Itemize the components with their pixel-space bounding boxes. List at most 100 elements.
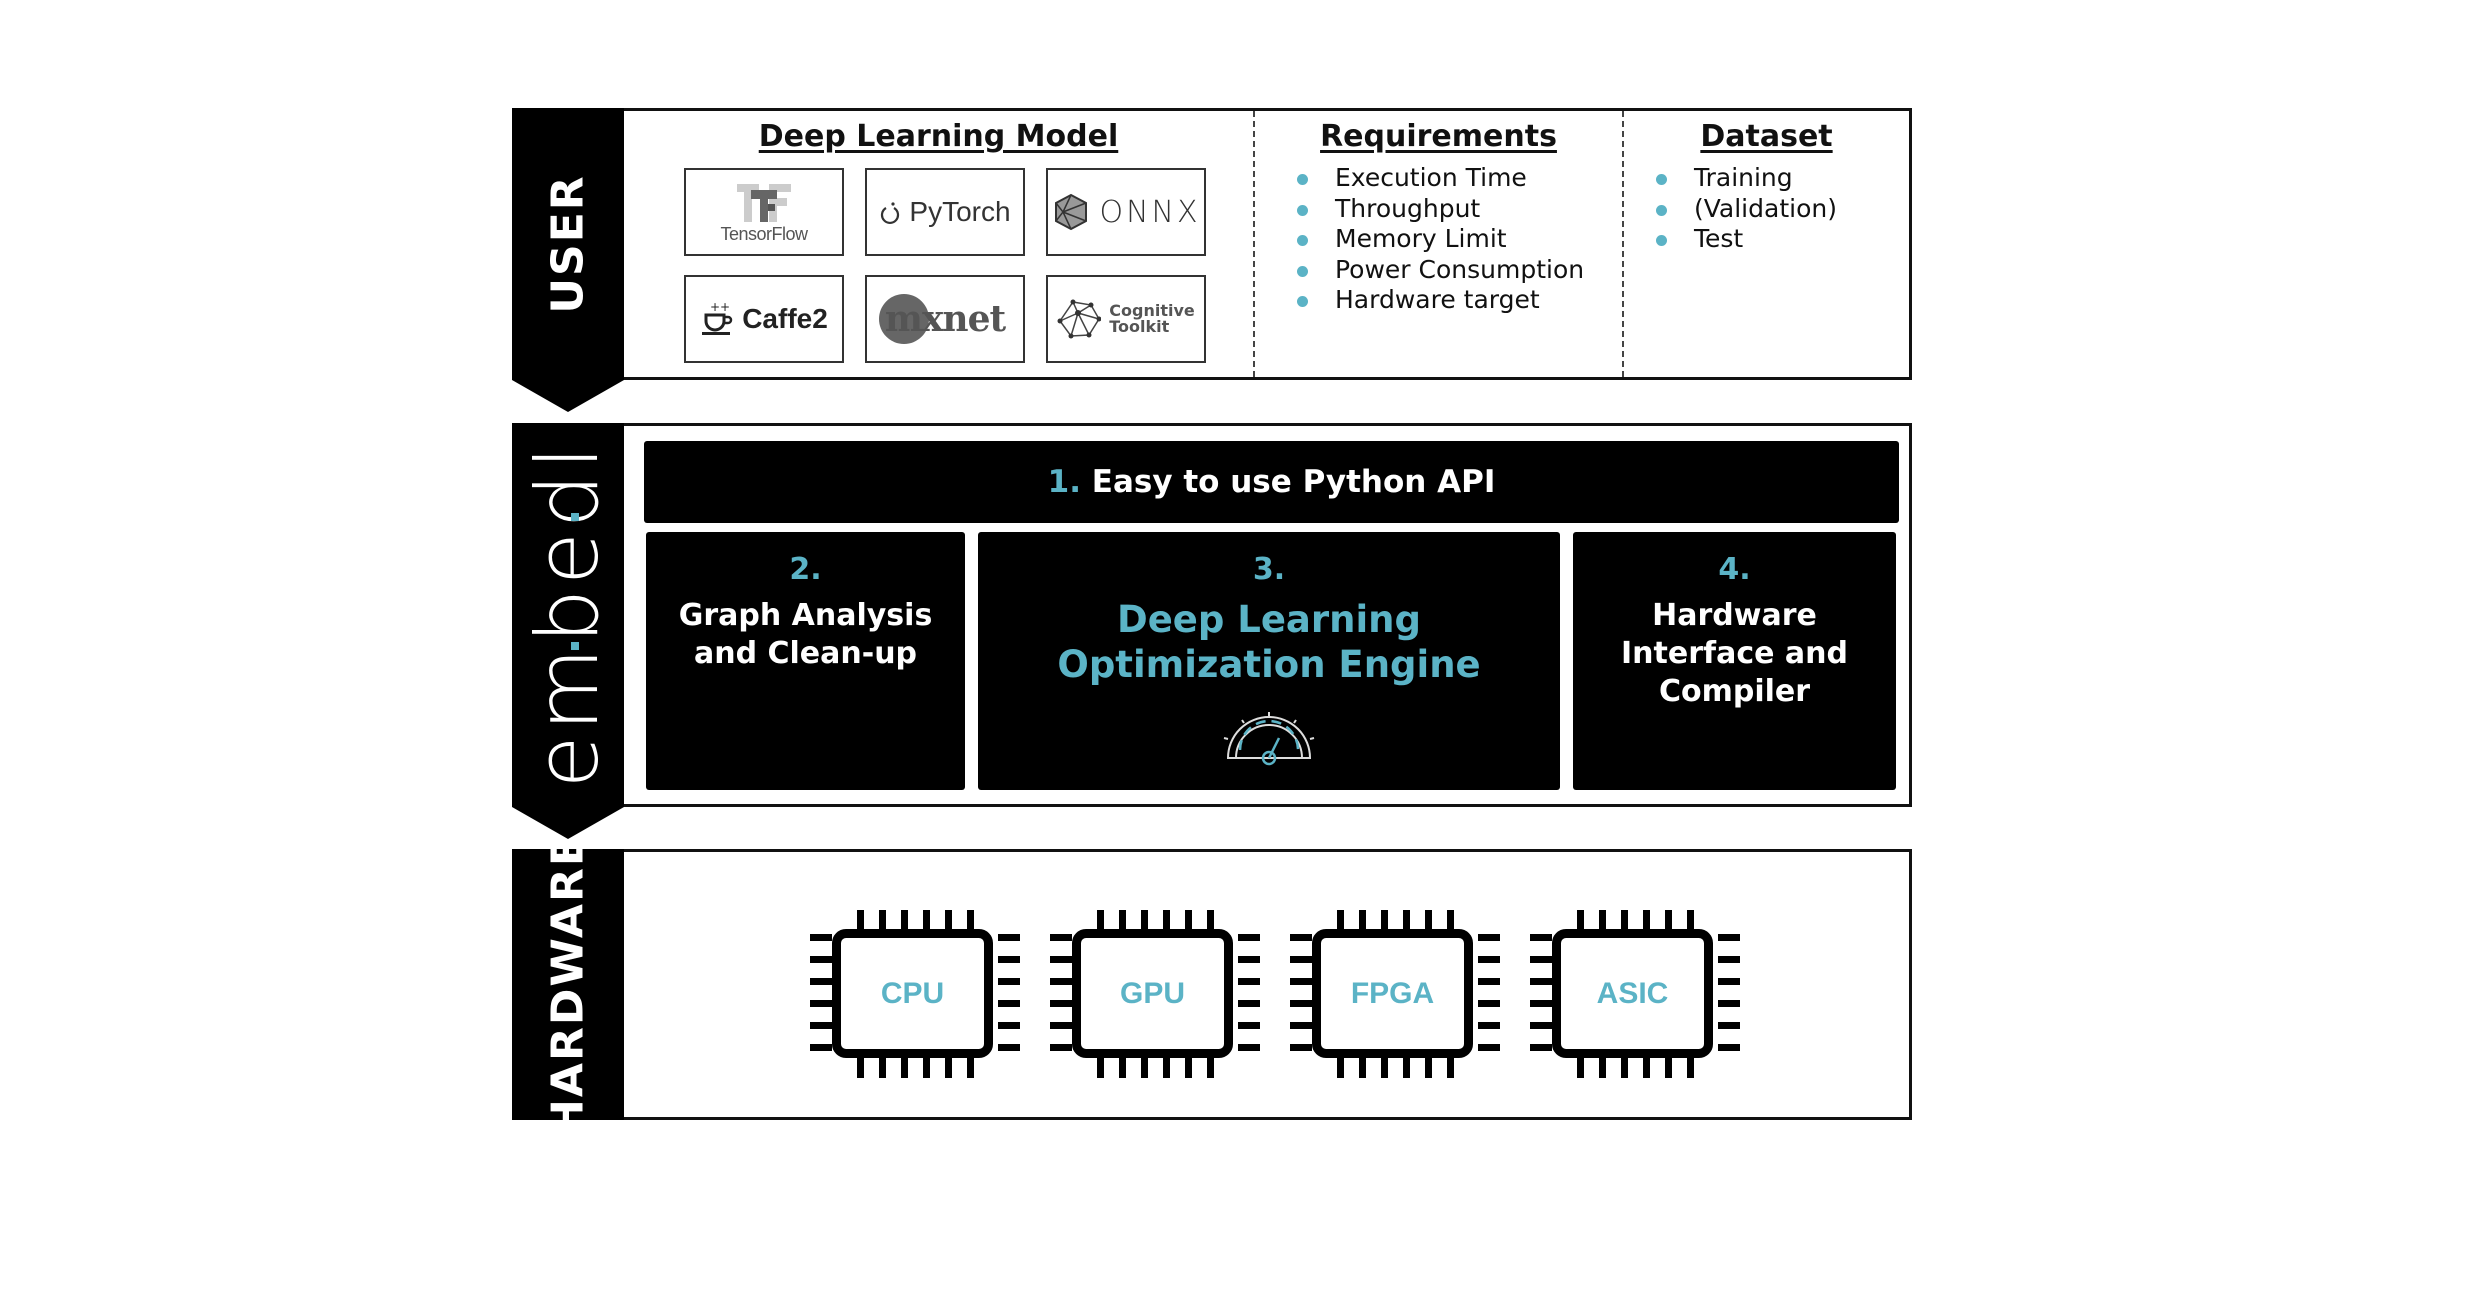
chip-label: GPU: [1119, 976, 1185, 1010]
chip-pin: [879, 910, 886, 932]
chip-pin: [1141, 910, 1148, 932]
dataset-list: Training (Validation) Test: [1654, 163, 1837, 255]
framework-cognitive-toolkit: Cognitive Toolkit: [1046, 275, 1206, 363]
chip-pin: [1478, 1000, 1500, 1007]
chip-icon: FPGA: [1312, 929, 1473, 1058]
chip-cpu: CPU: [810, 910, 1020, 1078]
requirements-list: Execution Time Throughput Memory Limit P…: [1295, 163, 1584, 316]
chip-label: ASIC: [1596, 976, 1669, 1010]
chip-icon: ASIC: [1552, 929, 1713, 1058]
chip-pin: [1290, 978, 1312, 985]
step-number: 2.: [789, 552, 822, 587]
framework-tensorflow: TensorFlow: [684, 168, 844, 256]
chip-pin: [998, 978, 1020, 985]
framework-mxnet: mxnet: [865, 275, 1025, 363]
chip-pin: [1050, 978, 1072, 985]
deep-learning-model-title: Deep Learning Model: [758, 119, 1119, 154]
chip-pin: [998, 934, 1020, 941]
chip-pin: [1290, 1022, 1312, 1029]
cognitive-toolkit-logo-icon: [1057, 299, 1102, 339]
step-label-line: Hardware: [1652, 598, 1817, 633]
requirement-item: Power Consumption: [1295, 255, 1584, 286]
chip-pin: [1530, 1044, 1552, 1051]
chip-label: FPGA: [1350, 976, 1435, 1010]
step-label-line: Deep Learning: [1116, 598, 1421, 641]
chip-pin: [1599, 910, 1606, 932]
chip-pin: [1207, 1056, 1214, 1078]
speedometer-icon: [1223, 712, 1315, 766]
chip-pin: [1530, 978, 1552, 985]
chip-pin: [967, 910, 974, 932]
python-api-block: 1. Easy to use Python API: [644, 441, 1899, 523]
chip-pin: [1478, 934, 1500, 941]
step-number: 4.: [1718, 552, 1751, 587]
deep-learning-model-section: Deep Learning Model TensorFlow PyTorch O…: [624, 111, 1253, 377]
step-label-line: Interface and: [1621, 636, 1848, 671]
chip-pin: [1577, 1056, 1584, 1078]
pytorch-logo-icon: [881, 202, 900, 225]
chip-pin: [1050, 956, 1072, 963]
chip-pin: [1530, 934, 1552, 941]
chip-pin: [1621, 1056, 1628, 1078]
chip-pin: [1643, 1056, 1650, 1078]
chip-pin: [1478, 956, 1500, 963]
framework-name: PyTorch: [909, 196, 1011, 227]
step-label: Deep Learning Optimization Engine: [978, 597, 1560, 687]
dataset-item: Training: [1654, 163, 1837, 194]
chip-pin: [901, 910, 908, 932]
framework-name: ONNX: [1099, 194, 1201, 230]
chip-pin: [1687, 1056, 1694, 1078]
step-label: Hardware Interface and Compiler: [1573, 597, 1896, 711]
chip-pin: [998, 956, 1020, 963]
chip-label: CPU: [880, 976, 945, 1010]
chip-pin: [901, 1056, 908, 1078]
chip-pin: [1447, 910, 1454, 932]
chip-pin: [1119, 1056, 1126, 1078]
chip-pin: [1478, 1044, 1500, 1051]
chip-pin: [1359, 1056, 1366, 1078]
chip-pin: [1163, 910, 1170, 932]
chip-pin: [1290, 934, 1312, 941]
chip-pin: [1290, 1044, 1312, 1051]
chip-pin: [1403, 1056, 1410, 1078]
chip-pin: [1050, 1000, 1072, 1007]
chip-pin: [879, 1056, 886, 1078]
requirement-item: Hardware target: [1295, 285, 1584, 316]
framework-onnx: ONNX: [1046, 168, 1206, 256]
dataset-title: Dataset: [1700, 119, 1833, 154]
framework-name: Caffe2: [742, 303, 828, 334]
onnx-logo-icon: [1055, 193, 1088, 231]
chip-pin: [1185, 1056, 1192, 1078]
chip-pin: [1718, 978, 1740, 985]
logo-dot-icon: [571, 642, 579, 650]
step-label-line: Optimization Engine: [1057, 643, 1481, 686]
step-number: 1.: [1047, 464, 1081, 500]
step-label: Graph Analysis and Clean-up: [646, 597, 965, 673]
chip-pin: [810, 1022, 832, 1029]
chip-pin: [1337, 910, 1344, 932]
chip-pin: [1718, 934, 1740, 941]
chip-pin: [1425, 910, 1432, 932]
chip-pin: [945, 1056, 952, 1078]
requirements-title: Requirements: [1320, 119, 1557, 154]
chip-fpga: FPGA: [1290, 910, 1500, 1078]
chip-pin: [1238, 1022, 1260, 1029]
chip-pin: [1119, 910, 1126, 932]
chip-pin: [1238, 956, 1260, 963]
chip-pin: [1665, 1056, 1672, 1078]
chip-pin: [1207, 910, 1214, 932]
chip-pin: [810, 1044, 832, 1051]
chip-pin: [1359, 910, 1366, 932]
step-label-line: Compiler: [1658, 674, 1811, 709]
chip-pin: [1097, 910, 1104, 932]
chip-pin: [923, 910, 930, 932]
chip-pin: [810, 978, 832, 985]
embedl-banner: embedl: [512, 423, 624, 807]
chip-pin: [998, 1022, 1020, 1029]
chip-pin: [998, 1000, 1020, 1007]
chip-pin: [1599, 1056, 1606, 1078]
chip-pin: [1050, 1044, 1072, 1051]
user-banner-label: USER: [542, 174, 594, 314]
framework-name-line2: Toolkit: [1109, 317, 1170, 336]
framework-name: Cognitive Toolkit: [1109, 303, 1194, 335]
